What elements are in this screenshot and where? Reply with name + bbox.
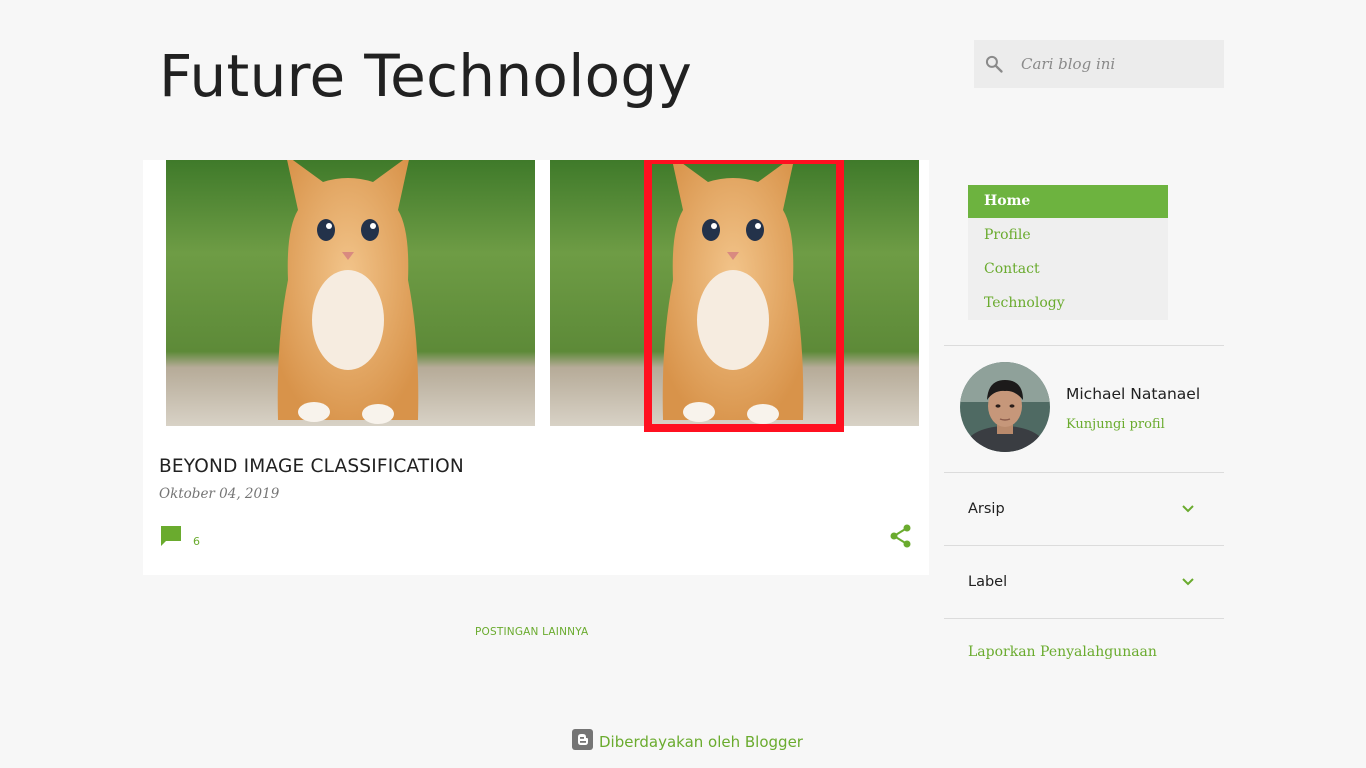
divider	[944, 472, 1224, 473]
powered-by-blogger[interactable]: Diberdayakan oleh Blogger	[572, 729, 803, 754]
comment-link[interactable]: 6	[159, 524, 200, 552]
more-posts-link[interactable]: POSTINGAN LAINNYA	[475, 626, 588, 638]
post-card: BEYOND IMAGE CLASSIFICATION Oktober 04, …	[143, 160, 929, 575]
labels-label: Label	[968, 574, 1008, 590]
share-button[interactable]	[890, 524, 912, 548]
profile-name[interactable]: Michael Natanael	[1066, 385, 1200, 403]
post-date[interactable]: Oktober 04, 2019	[159, 486, 279, 502]
comment-count[interactable]: 6	[193, 535, 200, 548]
divider	[944, 345, 1224, 346]
post-title[interactable]: BEYOND IMAGE CLASSIFICATION	[159, 456, 464, 477]
menu-item-technology[interactable]: Technology	[968, 286, 1168, 320]
menu-item-home[interactable]: Home	[968, 185, 1168, 218]
pages-menu: Home Profile Contact Technology	[968, 185, 1168, 320]
archive-label: Arsip	[968, 501, 1005, 517]
menu-item-profile[interactable]: Profile	[968, 218, 1168, 252]
blogger-logo-icon	[572, 729, 593, 754]
visit-profile-link[interactable]: Kunjungi profil	[1066, 417, 1165, 432]
search-input[interactable]	[1021, 49, 1211, 79]
chevron-down-icon[interactable]	[1180, 574, 1196, 590]
menu-item-contact[interactable]: Contact	[968, 252, 1168, 286]
powered-by-text: Diberdayakan oleh Blogger	[599, 732, 803, 751]
labels-toggle[interactable]: Label	[944, 562, 1224, 602]
search-icon[interactable]	[984, 54, 1004, 74]
chevron-down-icon[interactable]	[1180, 501, 1196, 517]
blog-title[interactable]: Future Technology	[159, 42, 692, 110]
search-box[interactable]	[974, 40, 1224, 88]
post-thumbnail[interactable]	[143, 160, 929, 432]
archive-toggle[interactable]: Arsip	[944, 489, 1224, 529]
comment-icon[interactable]	[159, 524, 183, 552]
avatar[interactable]	[960, 362, 1050, 452]
report-abuse-link[interactable]: Laporkan Penyalahgunaan	[968, 644, 1157, 660]
divider	[944, 545, 1224, 546]
divider	[944, 618, 1224, 619]
share-icon	[890, 524, 911, 548]
